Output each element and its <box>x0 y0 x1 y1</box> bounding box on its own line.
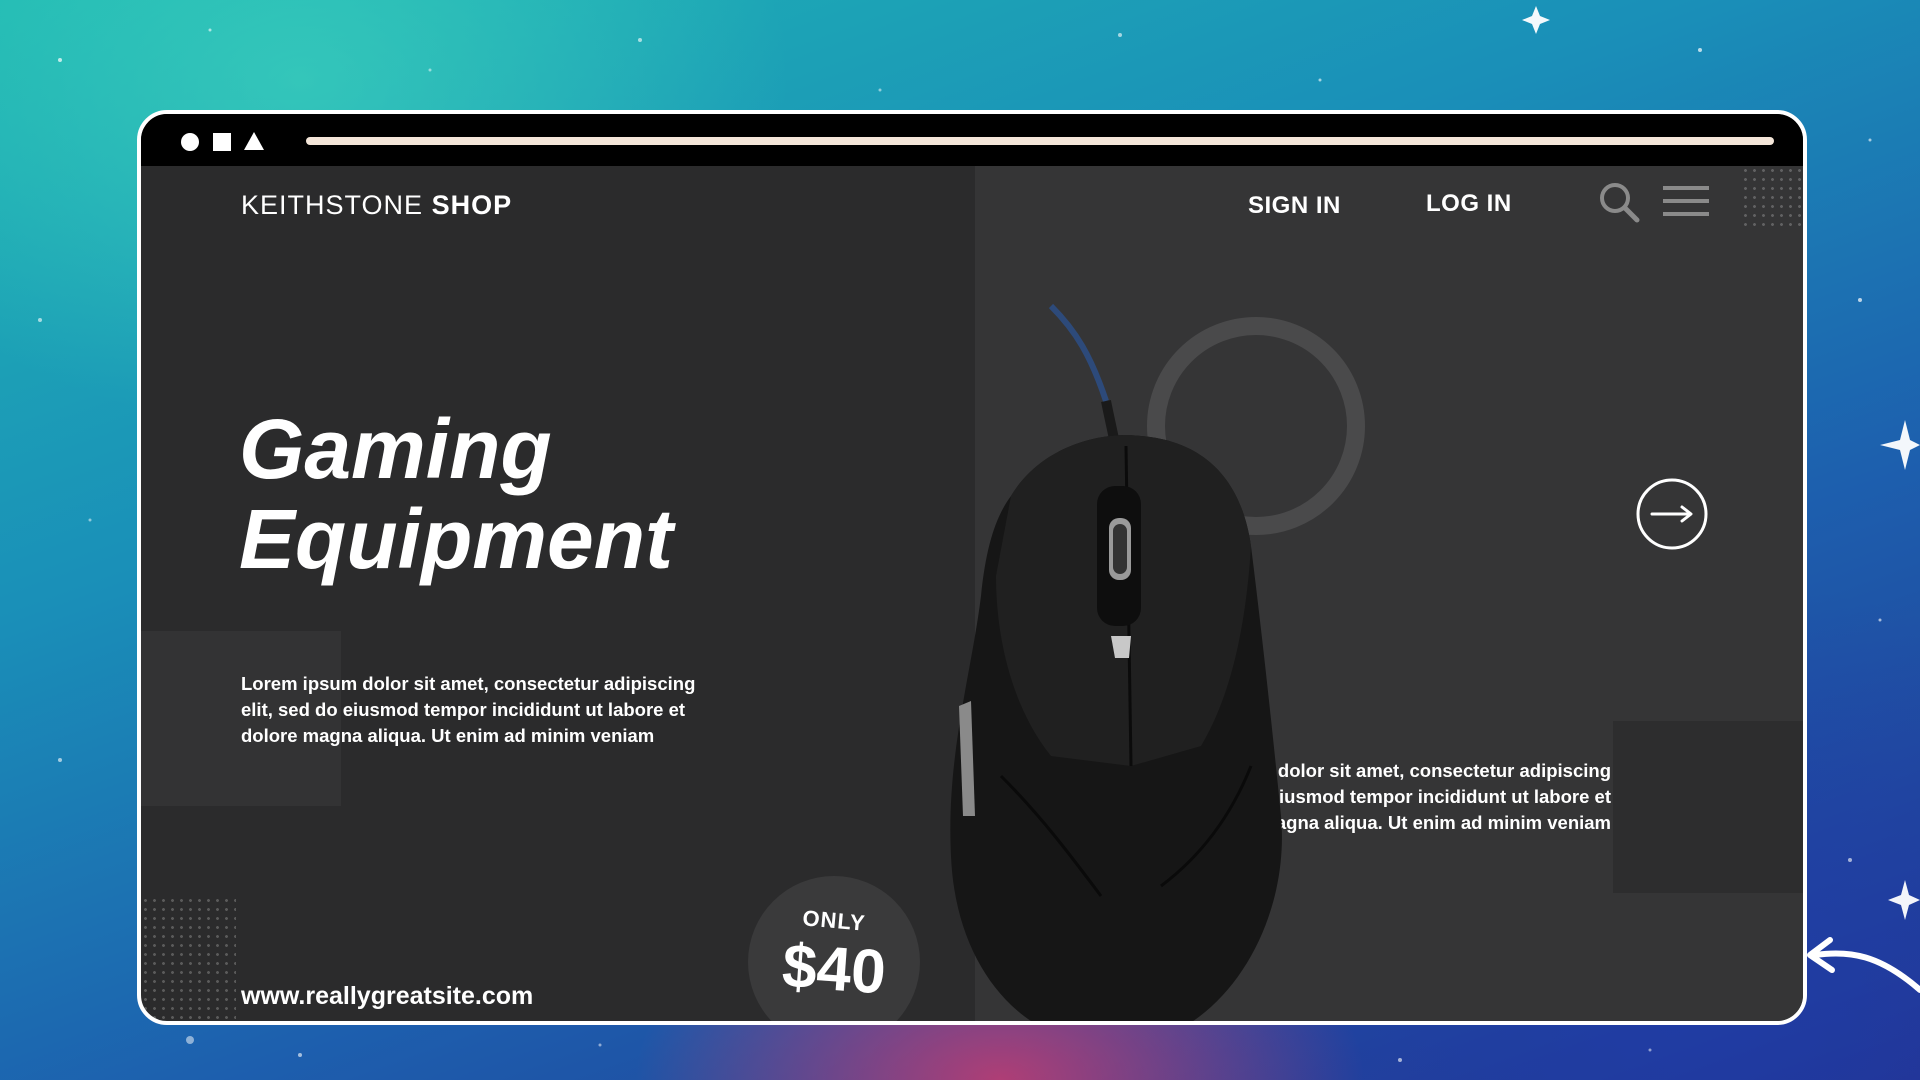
hero-title-line2: Equipment <box>239 492 673 586</box>
gaming-mouse-image <box>950 303 1282 1021</box>
footer-website-link[interactable]: www.reallygreatsite.com <box>241 982 533 1011</box>
shop-page: KEITHSTONE SHOP SIGN IN LOG IN Gaming Eq… <box>141 166 1803 1021</box>
halftone-pattern-bottom-left <box>141 896 236 1021</box>
brand-name: KEITHSTONE <box>241 190 424 220</box>
hero-description-left: Lorem ipsum dolor sit amet, consectetur … <box>241 673 696 746</box>
price-value: $40 <box>779 931 888 1008</box>
brand-logo[interactable]: KEITHSTONE SHOP <box>241 190 512 221</box>
price-badge: ONLY $40 <box>748 876 920 1021</box>
hero-title: Gaming Equipment <box>239 404 673 584</box>
window-titlebar <box>141 114 1803 166</box>
hero-title-line1: Gaming <box>239 402 552 496</box>
square-icon[interactable] <box>213 133 231 151</box>
triangle-icon[interactable] <box>244 132 264 150</box>
hamburger-menu-icon[interactable] <box>1663 184 1709 222</box>
address-bar[interactable] <box>306 137 1774 145</box>
curved-arrow-decoration <box>1812 950 1920 993</box>
decorative-block-right <box>1613 721 1803 893</box>
halftone-pattern-top-right <box>1741 166 1803 226</box>
search-icon[interactable] <box>1597 180 1641 228</box>
browser-window: KEITHSTONE SHOP SIGN IN LOG IN Gaming Eq… <box>137 110 1807 1025</box>
sign-in-link[interactable]: SIGN IN <box>1248 192 1341 220</box>
log-in-link[interactable]: LOG IN <box>1426 190 1512 218</box>
circle-icon[interactable] <box>181 133 199 151</box>
arrow-right-circle-icon[interactable] <box>1634 476 1710 556</box>
brand-name-bold: SHOP <box>431 190 513 220</box>
